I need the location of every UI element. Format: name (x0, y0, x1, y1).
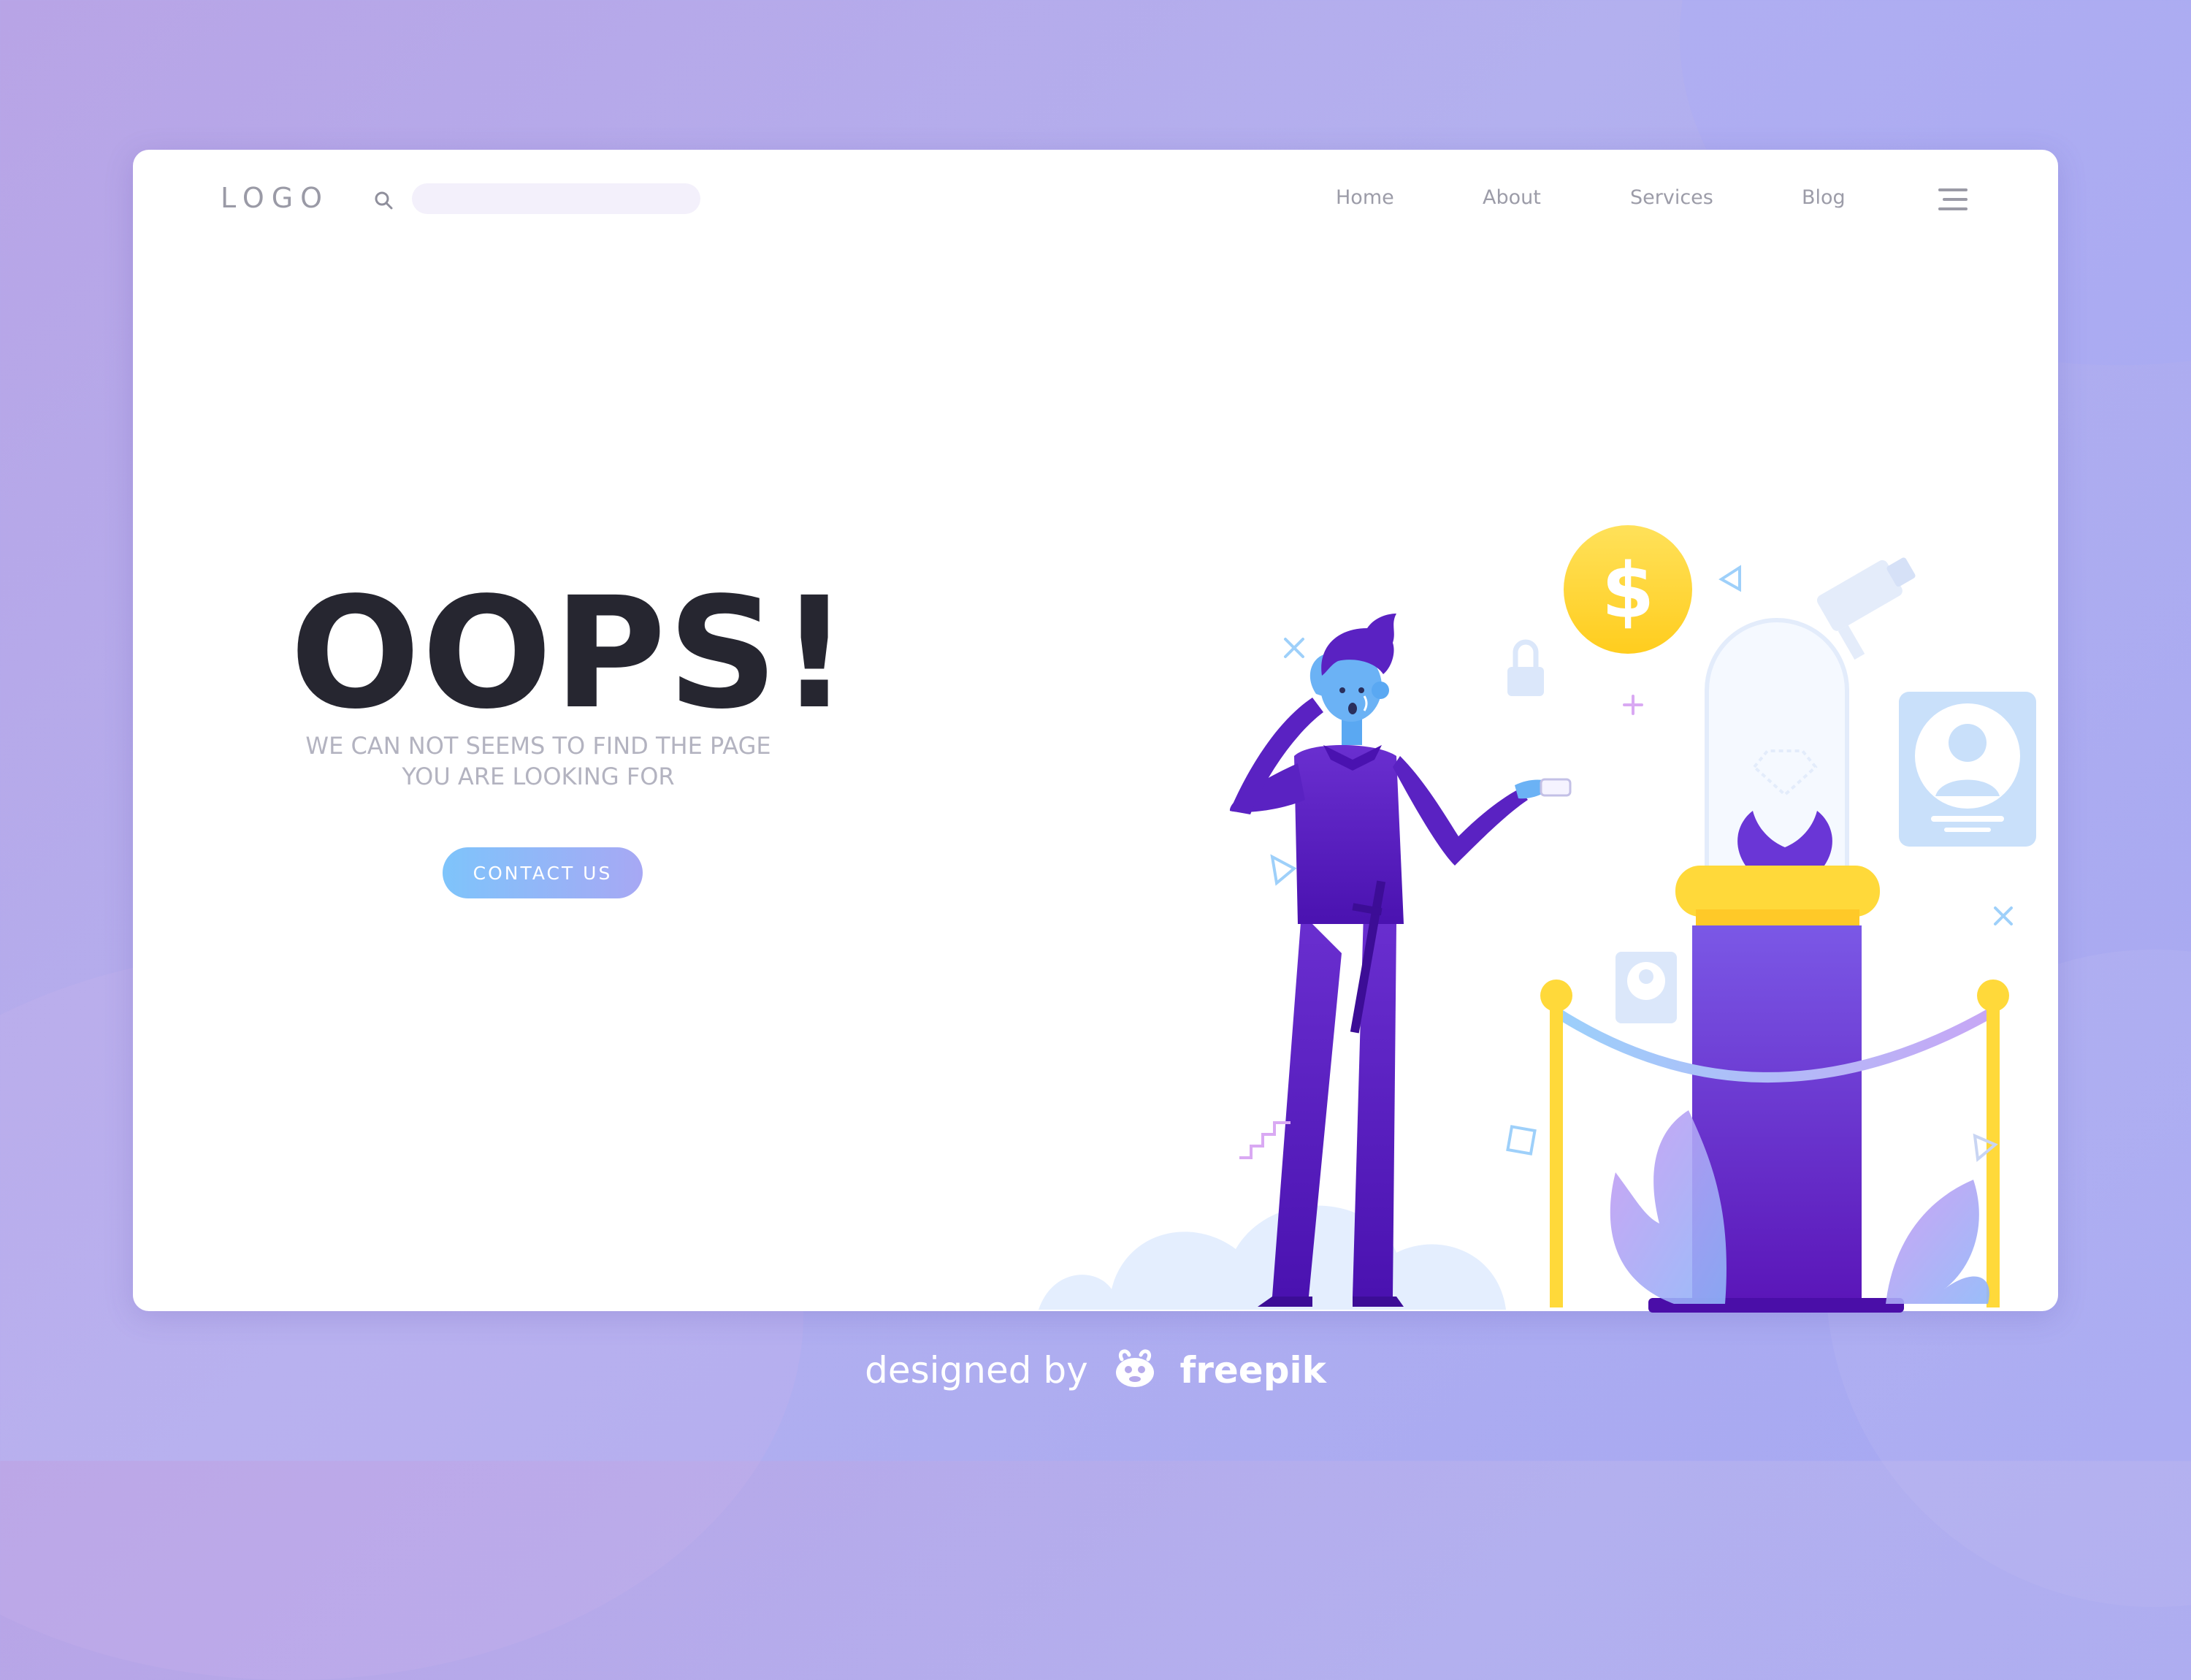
plant-right (1886, 1180, 1989, 1304)
security-guard-illustration: $ (1039, 525, 2036, 1313)
error-message-line-1: WE CAN NOT SEEMS TO FIND THE PAGE (305, 732, 771, 760)
security-guard-character (1229, 614, 1572, 1307)
nav-item-services[interactable]: Services (1630, 186, 1713, 209)
nav-item-blog[interactable]: Blog (1802, 186, 1846, 209)
attribution-prefix: designed by (865, 1349, 1088, 1391)
error-message: WE CAN NOT SEEMS TO FIND THE PAGE YOU AR… (290, 730, 787, 792)
page-title: OOPS! (290, 564, 851, 743)
attribution: designed by freepik (0, 1348, 2191, 1391)
padlock-icon (1507, 639, 1544, 696)
contact-us-button[interactable]: CONTACT US (443, 847, 643, 898)
dollar-coin-icon: $ (1564, 525, 1692, 654)
cloud-shape (1039, 1205, 1506, 1310)
id-card-icon (1899, 692, 2036, 847)
landing-card: LOGO Home About Services Blog OOPS! WE C… (133, 150, 2058, 1313)
freepik-logo-icon (1115, 1349, 1154, 1387)
hamburger-menu-icon[interactable] (1937, 186, 1969, 213)
error-message-line-2: YOU ARE LOOKING FOR (402, 763, 675, 790)
dollar-symbol: $ (1602, 546, 1654, 635)
nav-item-home[interactable]: Home (1336, 186, 1394, 209)
main-nav: Home About Services Blog (133, 186, 2058, 215)
security-camera-icon (1816, 557, 1916, 660)
small-id-card-icon (1615, 952, 1677, 1023)
attribution-brand[interactable]: freepik (1179, 1349, 1326, 1391)
nav-item-about[interactable]: About (1483, 186, 1541, 209)
